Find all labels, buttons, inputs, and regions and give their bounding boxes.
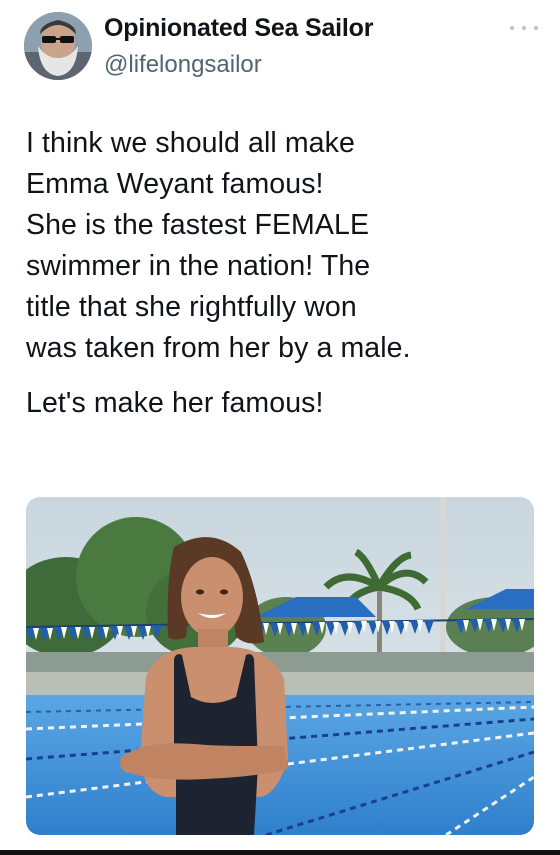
tweet: Opinionated Sea Sailor @lifelongsailor I…	[0, 0, 560, 855]
more-icon[interactable]	[510, 18, 538, 38]
pool-photo	[26, 497, 534, 835]
more-dot	[534, 26, 538, 30]
screen-bottom-edge	[0, 850, 560, 855]
tweet-line: She is the fastest FEMALE	[26, 209, 370, 241]
tweet-line: Let's make her famous!	[26, 387, 324, 419]
tweet-line: Emma Weyant famous!	[26, 168, 324, 200]
more-dot	[522, 26, 526, 30]
tweet-line: swimmer in the nation! The	[26, 250, 371, 282]
tweet-media-photo[interactable]	[26, 497, 534, 835]
more-dot	[510, 26, 514, 30]
tweet-text: I think we should all make Emma Weyant f…	[26, 123, 546, 424]
author-handle[interactable]: @lifelongsailor	[104, 51, 262, 79]
tweet-line: title that she rightfully won	[26, 291, 357, 323]
avatar[interactable]	[24, 12, 92, 80]
tweet-line: I think we should all make	[26, 127, 355, 159]
author-display-name[interactable]: Opinionated Sea Sailor	[104, 14, 373, 43]
avatar-image	[24, 12, 92, 80]
tweet-line: was taken from her by a male.	[26, 332, 411, 364]
